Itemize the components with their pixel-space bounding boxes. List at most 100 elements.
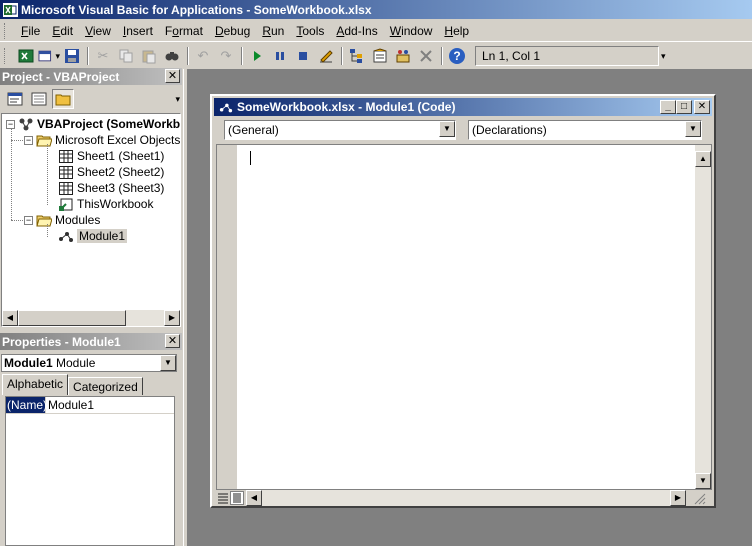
property-value[interactable]: Module1 (46, 397, 94, 413)
tree-folder-modules[interactable]: − Modules (24, 212, 100, 228)
tab-categorized[interactable]: Categorized (68, 377, 143, 395)
code-window[interactable]: SomeWorkbook.xlsx - Module1 (Code) _ □ ✕… (210, 94, 716, 508)
collapse-icon[interactable]: − (24, 135, 33, 145)
help-icon[interactable]: ? (446, 45, 468, 67)
module-icon (218, 100, 234, 114)
menu-window[interactable]: Window (384, 21, 439, 41)
project-pane-title[interactable]: Project - VBAProject ✕ (0, 68, 182, 85)
view-code-icon[interactable] (4, 89, 26, 109)
copy-icon[interactable] (115, 45, 137, 67)
properties-grid: (Name) Module1 (5, 396, 175, 546)
project-pane-close-button[interactable]: ✕ (165, 69, 180, 83)
menu-run[interactable]: Run (256, 21, 290, 41)
scroll-left-icon[interactable]: ◀ (246, 490, 262, 506)
text-caret (250, 151, 251, 165)
menu-edit[interactable]: Edit (46, 21, 79, 41)
full-module-view-icon[interactable] (230, 491, 244, 505)
menu-debug[interactable]: Debug (209, 21, 256, 41)
paste-icon[interactable] (138, 45, 160, 67)
minimize-button[interactable]: _ (660, 100, 676, 114)
insert-module-icon[interactable]: ▾ (38, 45, 60, 67)
scroll-down-icon[interactable]: ▼ (695, 473, 711, 489)
vba-app-icon[interactable] (3, 2, 18, 17)
scroll-right-icon[interactable]: ▶ (164, 310, 180, 326)
project-toolbar-overflow-icon[interactable]: ▾ (175, 94, 180, 105)
menu-file[interactable]: File (15, 21, 46, 41)
object-combo[interactable]: (General) ▼ (224, 120, 456, 140)
chevron-down-icon[interactable]: ▼ (685, 121, 701, 137)
tree-connector (47, 144, 48, 205)
tree-item-sheet3[interactable]: Sheet3 (Sheet3) (58, 180, 164, 196)
toolbar-separator (241, 47, 243, 65)
chevron-down-icon[interactable]: ▼ (160, 355, 176, 371)
save-icon[interactable] (61, 45, 83, 67)
find-icon[interactable] (161, 45, 183, 67)
menu-help[interactable]: Help (438, 21, 475, 41)
tree-item-thisworkbook[interactable]: ThisWorkbook (58, 196, 153, 212)
project-horizontal-scrollbar[interactable]: ◀ ▶ (2, 310, 180, 326)
code-window-title-bar[interactable]: SomeWorkbook.xlsx - Module1 (Code) _ □ ✕ (214, 98, 712, 116)
properties-object-select[interactable]: Module1 Module ▼ (1, 354, 177, 372)
design-mode-icon[interactable] (315, 45, 337, 67)
code-horizontal-scrollbar[interactable]: ◀ ▶ (246, 490, 686, 506)
run-icon[interactable] (246, 45, 268, 67)
menu-format[interactable]: Format (159, 21, 209, 41)
property-row-name[interactable]: (Name) Module1 (6, 397, 174, 414)
undo-icon[interactable]: ↶ (192, 45, 214, 67)
project-toolbar: ▾ (0, 86, 182, 112)
project-explorer-icon[interactable] (346, 45, 368, 67)
code-vertical-scrollbar[interactable]: ▲ ▼ (695, 145, 711, 489)
tree-connector (11, 220, 23, 221)
tab-alphabetic[interactable]: Alphabetic (2, 374, 69, 395)
cut-icon[interactable]: ✂ (92, 45, 114, 67)
break-icon[interactable] (269, 45, 291, 67)
tree-connector (47, 224, 48, 237)
code-window-title: SomeWorkbook.xlsx - Module1 (Code) (237, 100, 456, 114)
view-excel-icon[interactable] (15, 45, 37, 67)
project-tree[interactable]: − VBAProject (SomeWorkb − Microsoft Exce… (1, 113, 181, 327)
maximize-button[interactable]: □ (676, 100, 692, 114)
properties-pane-close-button[interactable]: ✕ (165, 334, 180, 348)
scroll-thumb[interactable] (18, 310, 126, 326)
tree-root-vbaproject[interactable]: − VBAProject (SomeWorkb (6, 116, 180, 132)
toggle-folders-icon[interactable] (52, 89, 74, 109)
properties-window-icon[interactable] (369, 45, 391, 67)
menu-insert[interactable]: Insert (117, 21, 159, 41)
chevron-down-icon[interactable]: ▼ (439, 121, 455, 137)
reset-icon[interactable] (292, 45, 314, 67)
scroll-left-icon[interactable]: ◀ (2, 310, 18, 326)
svg-text:?: ? (453, 49, 460, 63)
toolbox-icon[interactable] (415, 45, 437, 67)
procedure-combo[interactable]: (Declarations) ▼ (468, 120, 702, 140)
procedure-view-icon[interactable] (216, 491, 230, 505)
toolbar-grip[interactable] (4, 48, 7, 64)
toolbar-separator (87, 47, 89, 65)
close-button[interactable]: ✕ (694, 100, 710, 114)
app-title-bar[interactable]: Microsoft Visual Basic for Applications … (0, 0, 752, 19)
cursor-position-status: Ln 1, Col 1 (475, 46, 659, 66)
scroll-up-icon[interactable]: ▲ (695, 151, 711, 167)
margin-indicator-bar[interactable] (217, 145, 237, 489)
tree-item-sheet1[interactable]: Sheet1 (Sheet1) (58, 148, 164, 164)
scroll-right-icon[interactable]: ▶ (670, 490, 686, 506)
open-folder-icon (36, 213, 52, 227)
menu-add-ins[interactable]: Add-Ins (330, 21, 383, 41)
collapse-icon[interactable]: − (24, 215, 33, 225)
redo-icon[interactable]: ↷ (215, 45, 237, 67)
code-editor[interactable]: ▲ ▼ (216, 144, 712, 490)
tree-item-module1[interactable]: Module1 (58, 228, 128, 244)
properties-tabs: Alphabetic Categorized (2, 374, 143, 395)
menu-tools[interactable]: Tools (290, 21, 330, 41)
object-browser-icon[interactable] (392, 45, 414, 67)
menubar-grip[interactable] (4, 22, 7, 39)
size-grip-icon[interactable] (692, 491, 706, 505)
view-object-icon[interactable] (28, 89, 50, 109)
menu-view[interactable]: View (79, 21, 117, 41)
properties-pane-title[interactable]: Properties - Module1 ✕ (0, 333, 182, 350)
worksheet-icon (58, 165, 74, 179)
toolbar-options-chevron-icon[interactable]: ▾ (661, 51, 666, 62)
tree-item-sheet2[interactable]: Sheet2 (Sheet2) (58, 164, 164, 180)
worksheet-icon (58, 149, 74, 163)
workbook-icon (58, 197, 74, 211)
toolbar-separator (441, 47, 443, 65)
